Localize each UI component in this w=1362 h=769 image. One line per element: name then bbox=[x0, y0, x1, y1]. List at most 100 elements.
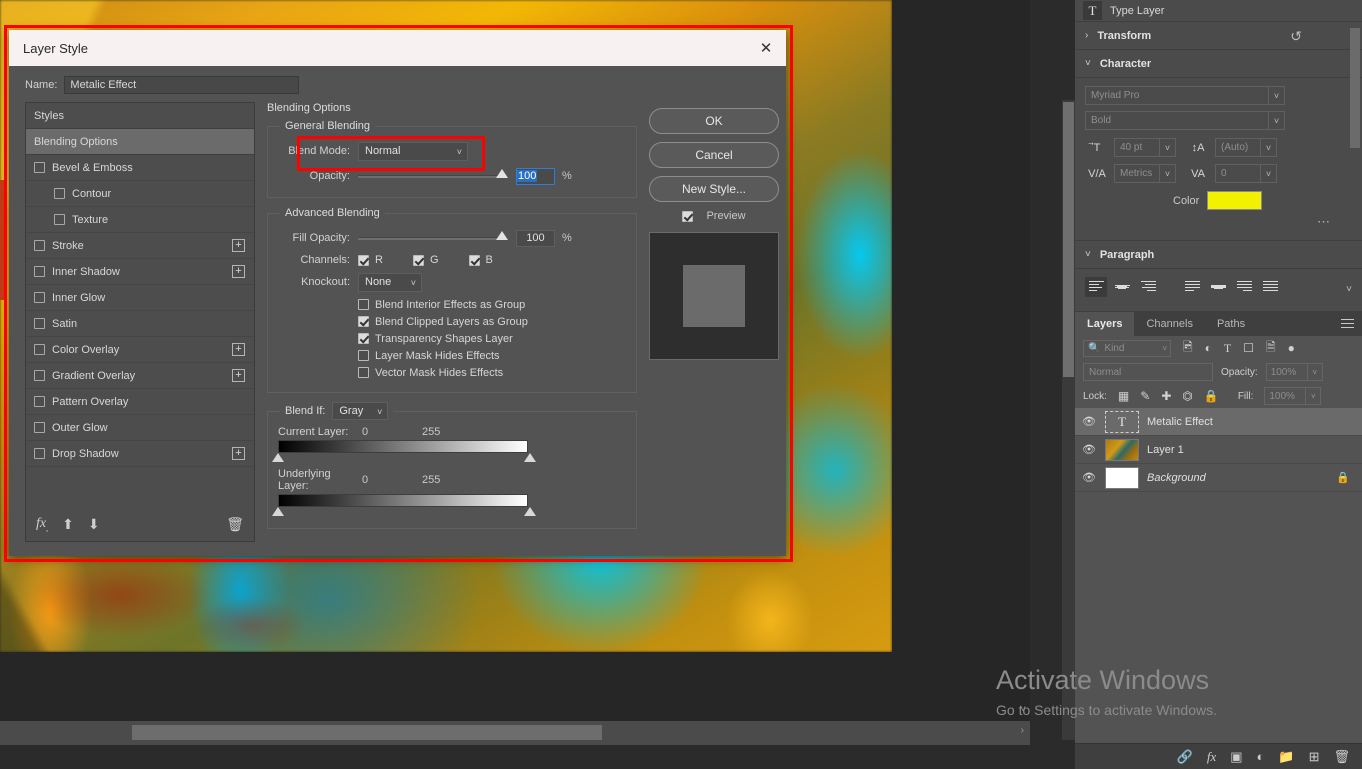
advanced-option-row[interactable]: Blend Clipped Layers as Group bbox=[358, 314, 626, 329]
style-row-inner-glow[interactable]: Inner Glow bbox=[26, 285, 254, 311]
style-checkbox[interactable] bbox=[34, 240, 45, 251]
justify-last-center-icon[interactable] bbox=[1207, 277, 1229, 297]
delete-layer-icon[interactable]: 🗑 bbox=[1333, 749, 1350, 765]
chevron-down-icon[interactable]: ˅ bbox=[1306, 387, 1322, 405]
lock-image-pixels-icon[interactable]: ✎ bbox=[1140, 389, 1150, 403]
align-left-icon[interactable] bbox=[1085, 277, 1107, 297]
horizontal-scrollbar-thumb[interactable] bbox=[132, 725, 602, 740]
add-layer-mask-icon[interactable]: ▣ bbox=[1230, 749, 1242, 765]
transform-section-header[interactable]: › Transform ↺ bbox=[1075, 22, 1362, 50]
style-checkbox[interactable] bbox=[34, 448, 45, 459]
layer-style-dialog[interactable]: Layer Style ✕ Name: Styles Blending Optio… bbox=[9, 30, 786, 556]
blend-if-channel-select[interactable]: Gray ˅ bbox=[332, 402, 389, 420]
lock-transparent-pixels-icon[interactable]: ▦ bbox=[1118, 389, 1129, 403]
close-icon[interactable]: ✕ bbox=[754, 36, 778, 60]
style-row-outer-glow[interactable]: Outer Glow bbox=[26, 415, 254, 441]
layer-row[interactable]: 👁 Background 🔒 bbox=[1075, 464, 1362, 492]
layers-panel-tabs[interactable]: Layers Channels Paths bbox=[1075, 312, 1362, 336]
style-checkbox[interactable] bbox=[34, 162, 45, 173]
styles-list-panel[interactable]: Styles Blending Options Bevel & Emboss Cont… bbox=[25, 102, 255, 542]
tab-layers[interactable]: Layers bbox=[1075, 312, 1135, 336]
canvas-vertical-scrollbar[interactable] bbox=[1062, 100, 1075, 740]
adjustment-filter-icon[interactable]: ◐ bbox=[1205, 341, 1212, 355]
character-section-header[interactable]: ˅ Character bbox=[1075, 50, 1362, 78]
trash-icon[interactable]: 🗑 bbox=[226, 516, 244, 533]
tracking-input[interactable]: 0 ˅ bbox=[1215, 164, 1277, 183]
scroll-right-icon[interactable]: › bbox=[1021, 725, 1024, 736]
knockout-select[interactable]: None ˅ bbox=[358, 272, 422, 292]
advanced-option-checkbox[interactable] bbox=[358, 333, 369, 344]
dialog-titlebar[interactable]: Layer Style ✕ bbox=[9, 30, 786, 66]
vertical-scrollbar-thumb[interactable] bbox=[1063, 102, 1074, 377]
opacity-slider-thumb[interactable] bbox=[496, 168, 508, 178]
advanced-option-checkbox[interactable] bbox=[358, 367, 369, 378]
add-layer-style-icon[interactable]: fx bbox=[1207, 749, 1216, 765]
underlying-layer-white-stop[interactable] bbox=[524, 507, 536, 516]
channel-b[interactable]: B bbox=[468, 253, 493, 268]
underlying-layer-black-stop[interactable] bbox=[272, 507, 284, 516]
advanced-option-checkbox[interactable] bbox=[358, 299, 369, 310]
chevron-down-icon[interactable]: ˅ bbox=[1085, 58, 1091, 69]
new-style-button[interactable]: New Style... bbox=[649, 176, 779, 202]
visibility-eye-icon[interactable]: 👁 bbox=[1081, 471, 1097, 484]
blend-mode-select[interactable]: Normal ˅ bbox=[358, 141, 468, 161]
style-row-blending-options[interactable]: Blending Options bbox=[26, 129, 254, 155]
opacity-input[interactable]: 100 bbox=[516, 167, 555, 185]
align-center-icon[interactable] bbox=[1111, 277, 1133, 297]
layers-filter-row[interactable]: 🔍 Kind ˅ 🖻 ◐ T ☐ 🗎 ● bbox=[1075, 336, 1362, 360]
style-row-styles[interactable]: Styles bbox=[26, 103, 254, 129]
visibility-eye-icon[interactable]: 👁 bbox=[1081, 443, 1097, 456]
styles-footer-toolbar[interactable]: fx, ⬆ ⬇ 🗑 bbox=[26, 507, 254, 541]
move-down-icon[interactable]: ⬇ bbox=[88, 516, 100, 533]
visibility-eye-icon[interactable]: 👁 bbox=[1081, 415, 1097, 428]
style-name-input[interactable] bbox=[64, 76, 300, 94]
channel-g[interactable]: G bbox=[412, 253, 439, 268]
smart-object-filter-icon[interactable]: 🗎 bbox=[1266, 338, 1276, 359]
preview-row[interactable]: Preview bbox=[649, 210, 779, 222]
shape-filter-icon[interactable]: ☐ bbox=[1243, 341, 1254, 355]
layer-row[interactable]: 👁 Layer 1 bbox=[1075, 436, 1362, 464]
type-filter-icon[interactable]: T bbox=[1224, 341, 1231, 356]
style-row-inner-shadow[interactable]: Inner Shadow + bbox=[26, 259, 254, 285]
tab-channels[interactable]: Channels bbox=[1134, 312, 1204, 336]
advanced-option-row[interactable]: Blend Interior Effects as Group bbox=[358, 297, 626, 312]
more-options-icon[interactable]: ⋯ bbox=[1085, 214, 1352, 230]
style-checkbox[interactable] bbox=[34, 292, 45, 303]
new-layer-icon[interactable]: ⊞ bbox=[1309, 749, 1320, 765]
fill-opacity-input[interactable]: 100 bbox=[516, 229, 555, 247]
add-effect-icon[interactable]: + bbox=[232, 343, 245, 356]
chevron-down-icon[interactable]: ˅ bbox=[1307, 363, 1323, 381]
preview-checkbox[interactable] bbox=[682, 210, 694, 222]
layer-thumbnail[interactable] bbox=[1105, 466, 1139, 489]
justify-last-right-icon[interactable] bbox=[1233, 277, 1255, 297]
style-checkbox[interactable] bbox=[34, 344, 45, 355]
add-effect-icon[interactable]: + bbox=[232, 447, 245, 460]
style-row-texture[interactable]: Texture bbox=[26, 207, 254, 233]
advanced-option-checkbox[interactable] bbox=[358, 316, 369, 327]
filter-kind-select[interactable]: 🔍 Kind ˅ bbox=[1083, 339, 1171, 357]
style-checkbox[interactable] bbox=[34, 266, 45, 277]
paragraph-expand-icon[interactable]: ˅ bbox=[1346, 284, 1352, 295]
layer-blend-mode-select[interactable]: Normal bbox=[1083, 363, 1213, 381]
move-up-icon[interactable]: ⬆ bbox=[62, 516, 74, 533]
layer-thumbnail[interactable]: T bbox=[1105, 410, 1139, 433]
layer-row[interactable]: 👁 T Metalic Effect bbox=[1075, 408, 1362, 436]
new-adjustment-layer-icon[interactable]: ◐ bbox=[1257, 749, 1265, 764]
advanced-option-row[interactable]: Vector Mask Hides Effects bbox=[358, 365, 626, 380]
align-right-icon[interactable] bbox=[1137, 277, 1159, 297]
style-row-satin[interactable]: Satin bbox=[26, 311, 254, 337]
justify-last-left-icon[interactable] bbox=[1181, 277, 1203, 297]
advanced-option-row[interactable]: Layer Mask Hides Effects bbox=[358, 348, 626, 363]
filter-toggle-icon[interactable]: ● bbox=[1288, 341, 1295, 355]
link-layers-icon[interactable]: 🔗 bbox=[1177, 749, 1193, 765]
channel-checkbox[interactable] bbox=[358, 254, 369, 266]
current-layer-black-stop[interactable] bbox=[272, 453, 284, 462]
style-row-color-overlay[interactable]: Color Overlay + bbox=[26, 337, 254, 363]
text-color-swatch[interactable] bbox=[1207, 191, 1263, 210]
underlying-layer-ramp[interactable] bbox=[272, 494, 626, 518]
opacity-slider[interactable] bbox=[358, 168, 508, 178]
style-checkbox[interactable] bbox=[34, 370, 45, 381]
style-checkbox[interactable] bbox=[34, 396, 45, 407]
style-row-contour[interactable]: Contour bbox=[26, 181, 254, 207]
font-style-select[interactable]: Bold ˅ bbox=[1085, 111, 1285, 130]
